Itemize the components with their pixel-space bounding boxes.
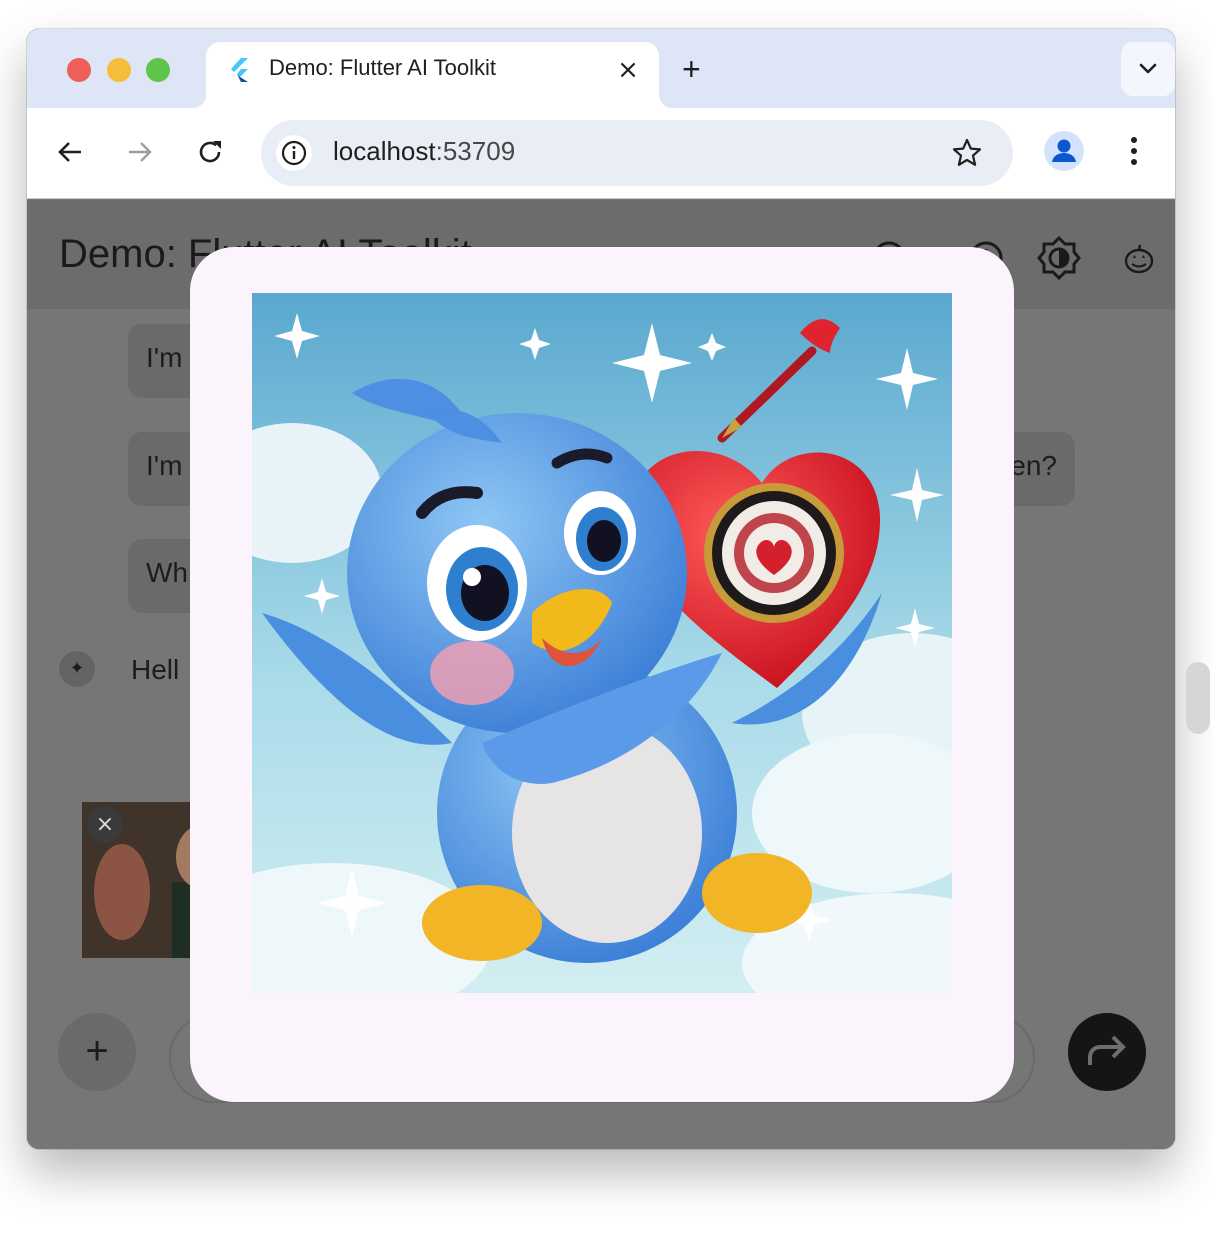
bookmark-star-icon[interactable]: [951, 137, 983, 169]
info-icon: [281, 140, 307, 166]
tab-strip: Demo: Flutter AI Toolkit × +: [27, 29, 1175, 108]
user-message-text: Wh: [146, 557, 188, 588]
page-scrollbar-thumb[interactable]: [1186, 662, 1210, 734]
address-bar[interactable]: localhost:53709: [261, 120, 1013, 186]
url-host: localhost: [333, 136, 436, 166]
person-icon: [1052, 139, 1076, 162]
flutter-logo-icon: [231, 58, 248, 82]
image-preview-dialog: [190, 247, 1014, 1102]
url-port: :53709: [435, 136, 516, 166]
site-info-button[interactable]: [276, 135, 312, 171]
browser-tab-active[interactable]: Demo: Flutter AI Toolkit ×: [192, 42, 673, 108]
tab-title: Demo: Flutter AI Toolkit: [269, 55, 497, 80]
close-window-button[interactable]: [67, 58, 91, 82]
preview-image: [252, 293, 952, 993]
back-arrow-icon[interactable]: [54, 136, 86, 168]
chevron-down-icon: [1139, 63, 1157, 74]
profile-avatar[interactable]: [1044, 131, 1084, 171]
blue-bird-illustration: [252, 293, 952, 993]
add-attachment-button[interactable]: +: [58, 1013, 136, 1091]
maximize-window-button[interactable]: [146, 58, 170, 82]
reload-icon[interactable]: [194, 136, 226, 168]
sparkle-icon: ✦: [59, 651, 95, 687]
user-message-text: I'm: [146, 450, 183, 481]
llm-message-text: Hell: [131, 654, 180, 685]
pumpkin-icon[interactable]: [1117, 236, 1161, 280]
new-tab-button[interactable]: +: [682, 53, 701, 85]
user-message-tail: en?: [1010, 450, 1057, 481]
minimize-window-button[interactable]: [107, 58, 131, 82]
send-icon: [1088, 1035, 1126, 1065]
forward-arrow-icon[interactable]: [124, 136, 156, 168]
tab-close-icon[interactable]: ×: [615, 57, 641, 83]
send-button[interactable]: [1068, 1013, 1146, 1091]
remove-attachment-icon[interactable]: ×: [87, 807, 123, 843]
tab-search-button[interactable]: [1121, 42, 1175, 96]
more-vert-icon[interactable]: [1123, 133, 1145, 169]
browser-toolbar: localhost:53709: [27, 108, 1175, 199]
url-text: localhost:53709: [333, 136, 515, 167]
user-message-text: I'm: [146, 342, 183, 373]
brightness-icon[interactable]: [1037, 236, 1081, 280]
